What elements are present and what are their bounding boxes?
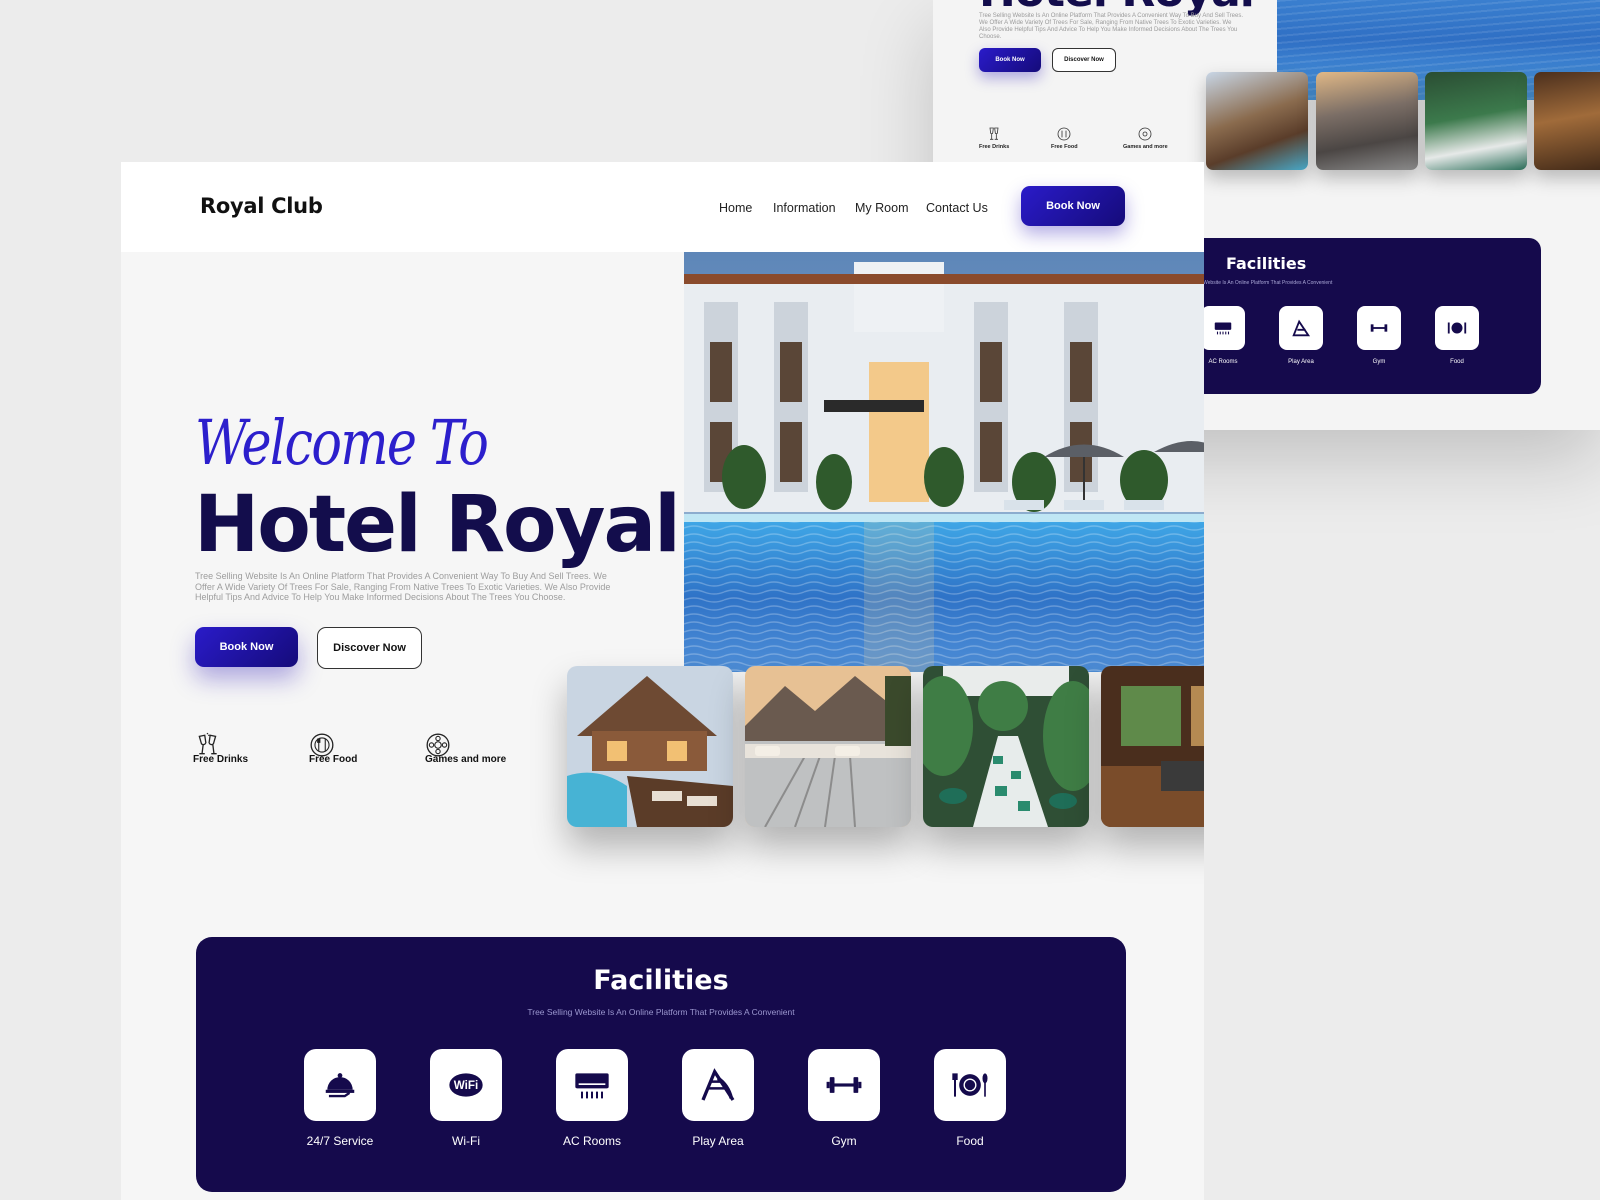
plate-cutlery-icon [1447, 322, 1467, 334]
champagne-glasses-icon [198, 732, 217, 755]
mockup-facilities-panel: Facilities Website Is An Online Platform… [1201, 238, 1541, 394]
facilities-title: Facilities [593, 965, 729, 996]
svg-text:WiFi: WiFi [454, 1079, 479, 1092]
plate-cutlery-icon [952, 1073, 988, 1097]
feature-free-drinks: Free Drinks [193, 732, 248, 765]
hotel-pool-hero-image [684, 252, 1204, 672]
dumbbell-icon [1370, 324, 1388, 332]
facilities-section: Facilities Tree Selling Website Is An On… [196, 937, 1126, 1192]
feature-games-and-more: Games and more [425, 733, 506, 765]
playground-slide-icon [701, 1068, 735, 1101]
facility-label: Wi-Fi [452, 1134, 480, 1148]
game-reel-icon [1138, 127, 1152, 141]
mockup-hero-description: Tree Selling Website Is An Online Platfo… [979, 13, 1244, 40]
nav-link-home[interactable]: Home [719, 201, 752, 215]
welcome-script-heading: Welcome To [195, 406, 489, 479]
hero-description: Tree Selling Website Is An Online Platfo… [195, 571, 611, 602]
mockup-facility-play-area: Play Area [1279, 306, 1323, 365]
mockup-facilities-subtitle: Website Is An Online Platform That Provi… [1203, 280, 1333, 286]
facility-label: 24/7 Service [306, 1134, 374, 1148]
mockup-feature-free-food: Free Food [1051, 126, 1078, 150]
facility-wi-fi[interactable]: WiFi Wi-Fi [430, 1049, 502, 1148]
mockup-feature-free-drinks: Free Drinks [979, 126, 1009, 150]
mockup-book-now-button: Book Now [979, 48, 1041, 72]
hero-discover-now-button[interactable]: Discover Now [317, 627, 422, 669]
mockup-feature-games: Games and more [1123, 126, 1168, 150]
mockup-gallery-photo-1 [1206, 72, 1308, 170]
mockup-facilities-title: Facilities [1226, 254, 1307, 273]
wifi-icon: WiFi [449, 1073, 483, 1097]
nav-book-now-button[interactable]: Book Now [1021, 186, 1125, 226]
mockup-facility-gym: Gym [1357, 306, 1401, 365]
facility-24-7-service[interactable]: 24/7 Service [304, 1049, 376, 1148]
champagne-glasses-icon [989, 127, 999, 140]
facility-ac-rooms[interactable]: AC Rooms [556, 1049, 628, 1148]
dumbbell-icon [826, 1077, 862, 1093]
facility-gym[interactable]: Gym [808, 1049, 880, 1148]
feature-free-food: Free Food [309, 733, 357, 765]
facility-food[interactable]: Food [934, 1049, 1006, 1148]
mockup-facility-ac-rooms: AC Rooms [1201, 306, 1245, 365]
air-conditioner-icon [575, 1073, 609, 1099]
facility-label: Gym [831, 1134, 857, 1148]
nav-link-contact-us[interactable]: Contact Us [926, 201, 988, 215]
facility-play-area[interactable]: Play Area [682, 1049, 754, 1148]
air-conditioner-icon [1214, 322, 1232, 335]
facility-label: AC Rooms [562, 1134, 621, 1148]
garden-courtyard-photo[interactable] [923, 666, 1089, 827]
top-navigation: Royal Club Home Information My Room Cont… [121, 162, 1204, 252]
hotel-interior-photo[interactable] [1101, 666, 1204, 827]
site-logo[interactable]: Royal Club [200, 194, 323, 218]
mockup-discover-now-button: Discover Now [1052, 48, 1116, 72]
game-reel-icon [426, 733, 450, 757]
plate-cutlery-icon [1057, 127, 1071, 141]
mockup-gallery-photo-2 [1316, 72, 1418, 170]
hero-book-now-button[interactable]: Book Now [195, 627, 298, 667]
plate-cutlery-icon [310, 733, 334, 757]
facilities-subtitle: Tree Selling Website Is An Online Platfo… [527, 1007, 795, 1017]
hero-title: Hotel Royal [194, 480, 681, 570]
facility-label: Food [956, 1134, 984, 1148]
mockup-gallery-photo-3 [1425, 72, 1527, 170]
mountain-pool-photo[interactable] [745, 666, 911, 827]
mockup-facility-food: Food [1435, 306, 1479, 365]
nav-link-my-room[interactable]: My Room [855, 201, 908, 215]
playground-slide-icon [1292, 319, 1311, 337]
facility-label: Play Area [692, 1134, 744, 1148]
room-service-icon [325, 1073, 355, 1098]
lakeside-cabin-photo[interactable] [567, 666, 733, 827]
nav-link-information[interactable]: Information [773, 201, 836, 215]
mockup-gallery-photo-4 [1534, 72, 1600, 170]
landing-page: Royal Club Home Information My Room Cont… [121, 162, 1204, 1200]
